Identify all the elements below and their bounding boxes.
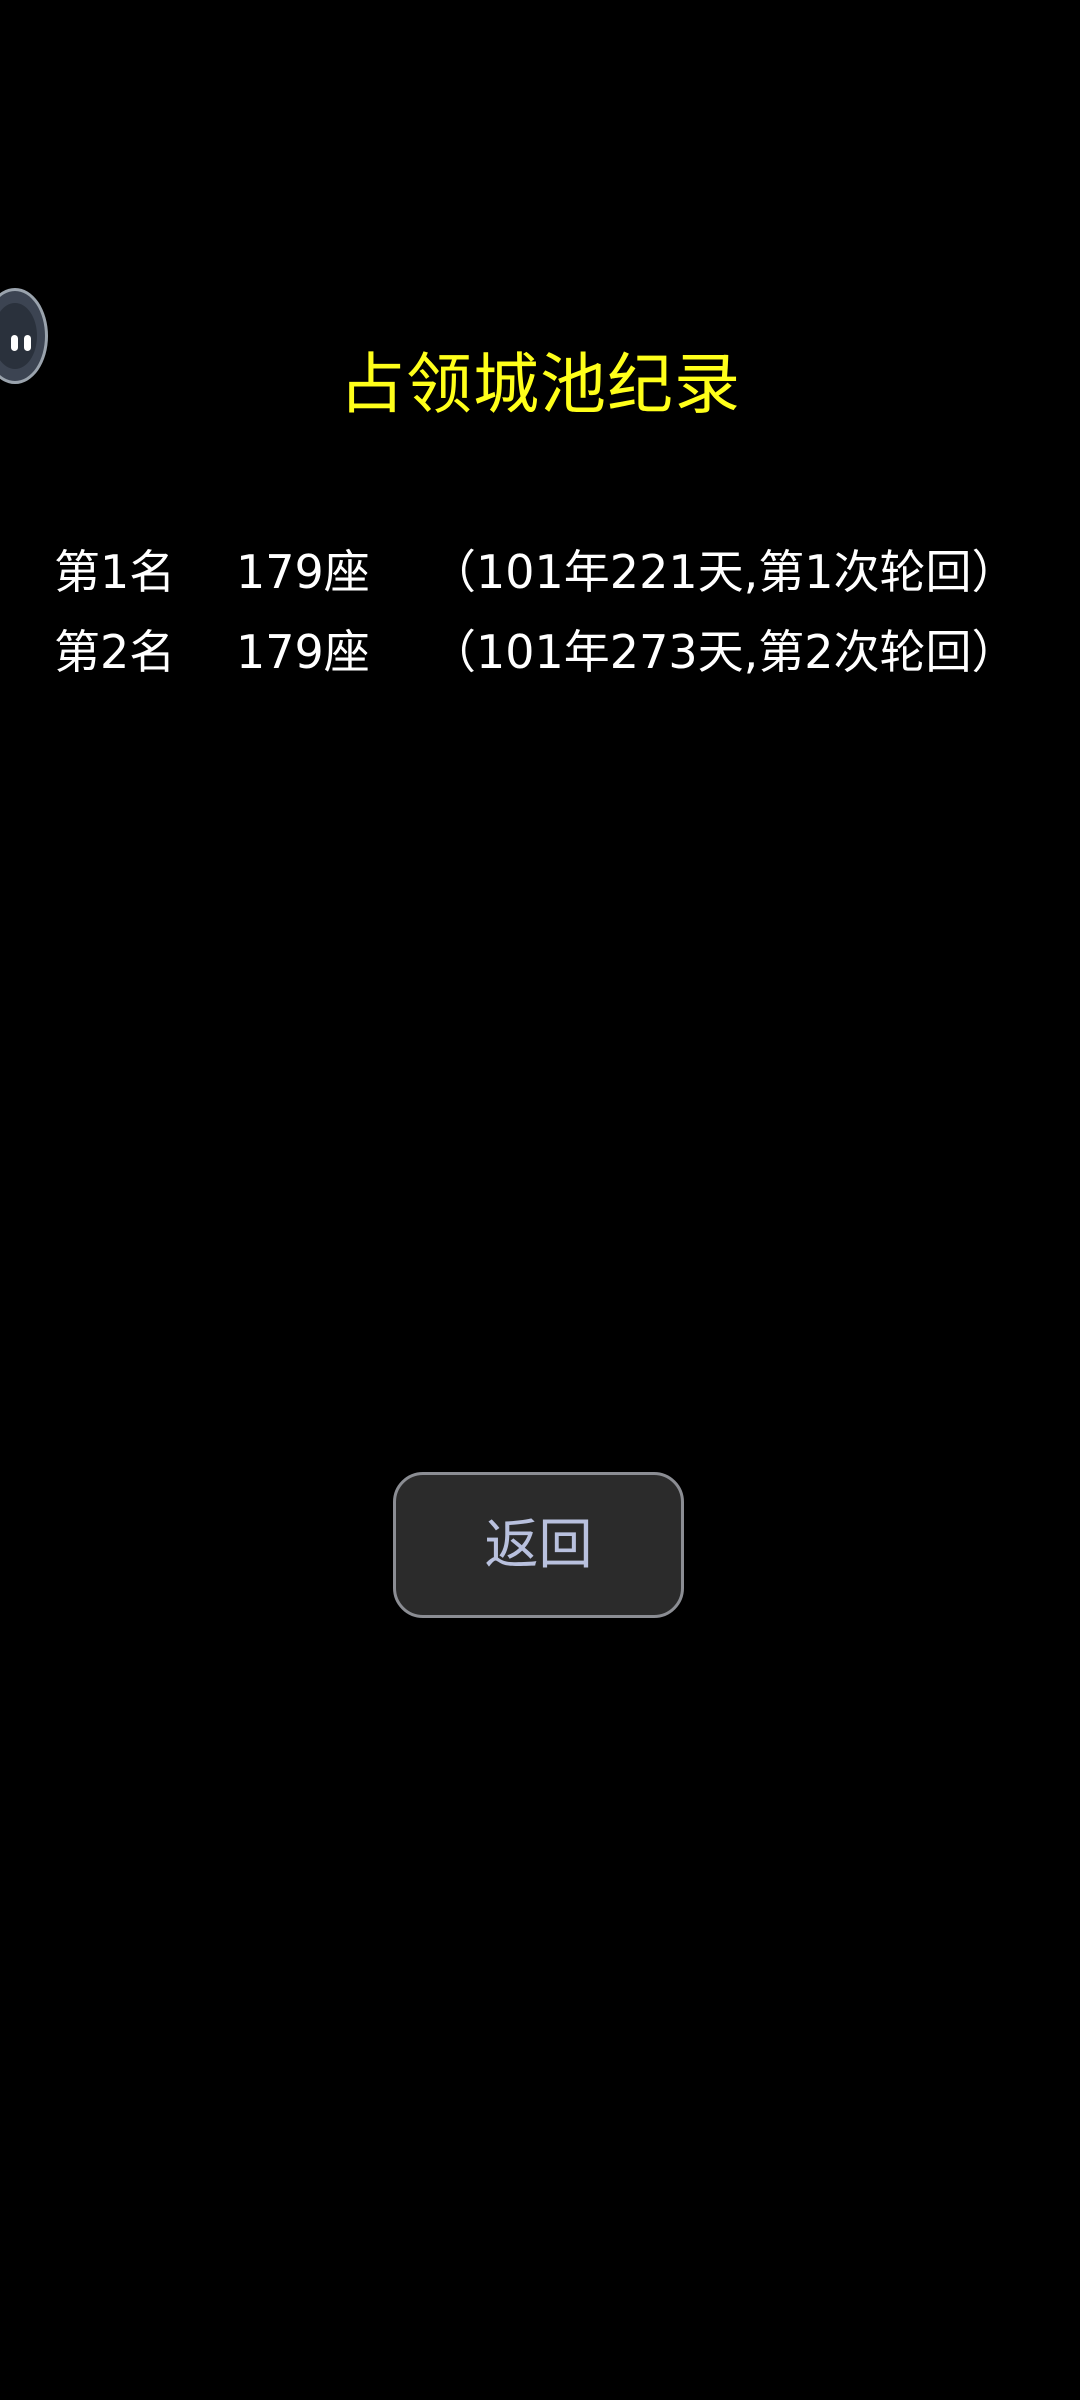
back-button[interactable]: 返回 bbox=[393, 1472, 684, 1618]
page-title: 占领城池纪录 bbox=[339, 346, 741, 423]
record-city-count: 179座 bbox=[236, 545, 370, 599]
record-city-count: 179座 bbox=[236, 625, 370, 679]
record-row: 第2名 179座 （101年273天,第2次轮回） bbox=[54, 612, 1054, 692]
record-rank: 第1名 bbox=[54, 545, 176, 599]
record-detail: （101年273天,第2次轮回） bbox=[430, 625, 1018, 679]
record-list: 第1名 179座 （101年221天,第1次轮回） 第2名 179座 （101年… bbox=[54, 532, 1054, 692]
record-row: 第1名 179座 （101年221天,第1次轮回） bbox=[54, 532, 1054, 612]
record-detail: （101年221天,第1次轮回） bbox=[430, 545, 1018, 599]
record-rank: 第2名 bbox=[54, 625, 176, 679]
